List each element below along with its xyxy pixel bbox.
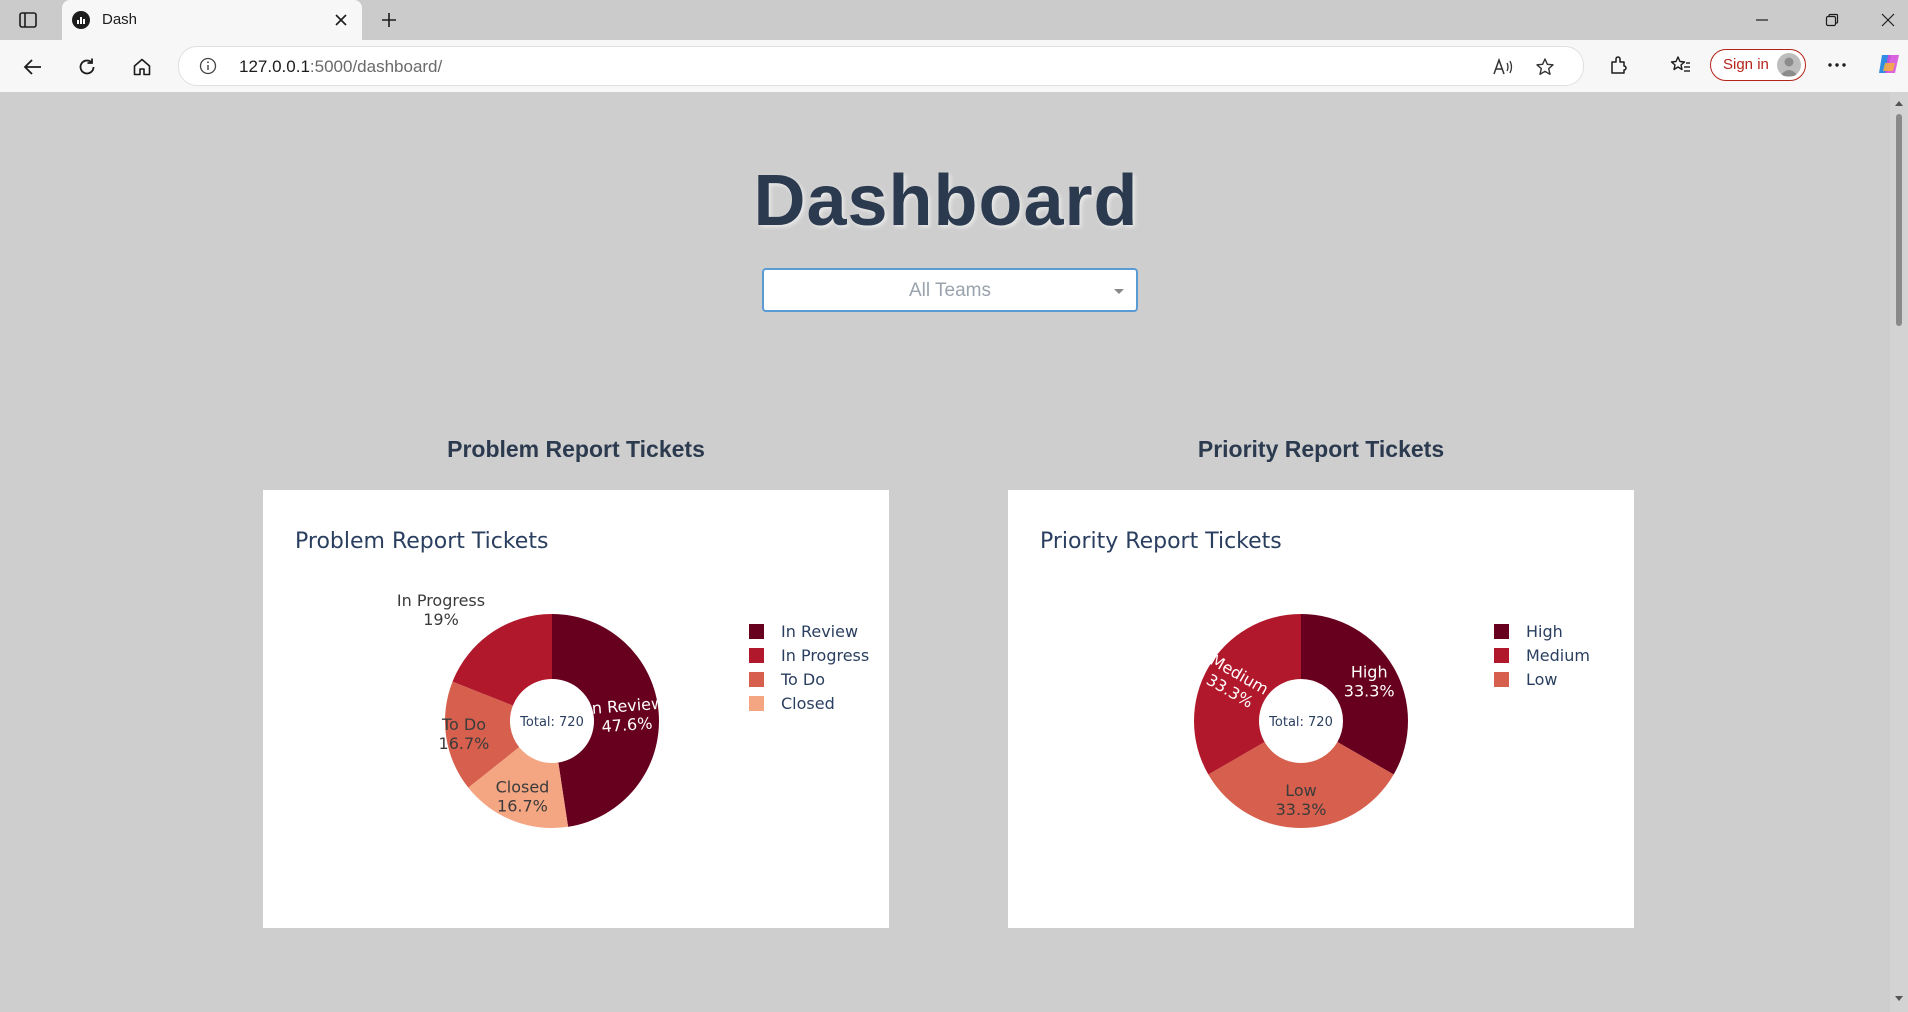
url-host: 127.0.0.1 [239, 57, 310, 76]
legend-swatch-closed[interactable] [749, 696, 764, 711]
section-heading-problem: Problem Report Tickets [447, 436, 705, 462]
page-viewport: Dashboard All Teams Problem Report Ticke… [2, 92, 1890, 1012]
chevron-down-icon[interactable] [1112, 284, 1126, 298]
page-scrollbar[interactable] [1890, 92, 1908, 1012]
legend-swatch-to-do[interactable] [749, 672, 764, 687]
priority-report-chart-svg: Priority Report TicketsHigh 33.3%Low 33.3%… [1040, 529, 1590, 828]
sign-in-button[interactable]: Sign in [1710, 49, 1806, 81]
favorites-icon[interactable] [1666, 50, 1696, 80]
read-aloud-icon[interactable] [1491, 55, 1515, 79]
home-icon[interactable] [127, 52, 157, 82]
scroll-down-icon[interactable] [1894, 994, 1904, 1004]
browser-tab-bar: Dash [0, 0, 1908, 40]
sign-in-label: Sign in [1723, 56, 1769, 73]
chart-title: Priority Report Tickets [1040, 529, 1282, 554]
legend-swatch-in-progress[interactable] [749, 648, 764, 663]
plus-icon[interactable] [376, 7, 402, 33]
tab-title: Dash [102, 11, 138, 28]
team-dropdown[interactable]: All Teams [762, 268, 1138, 312]
close-icon[interactable] [330, 9, 352, 31]
legend-item-high[interactable]: High [1526, 622, 1563, 641]
legend-item-in-review[interactable]: In Review [781, 622, 858, 641]
legend-swatch-low[interactable] [1494, 672, 1509, 687]
restore-icon[interactable] [1812, 5, 1852, 35]
dash-favicon [72, 11, 90, 29]
legend-swatch-in-review[interactable] [749, 624, 764, 639]
slice-label-in-progress: In Progress 19% [397, 591, 485, 629]
minimize-icon[interactable] [1742, 5, 1782, 35]
slice-percent-in-review: 47.6% [601, 713, 653, 736]
browser-toolbar: 127.0.0.1:5000/dashboard/ Sign in [0, 40, 1908, 92]
chart-title: Problem Report Tickets [295, 529, 548, 554]
problem-report-chart: Problem Report Tickets In Review 47.6% Clos… [263, 490, 889, 928]
copilot-icon[interactable] [1874, 49, 1904, 79]
slice-label-to-do: To Do 16.7% [439, 715, 490, 753]
legend-swatch-medium[interactable] [1494, 648, 1509, 663]
favorite-star-icon[interactable] [1533, 55, 1557, 79]
slice-label-high: High 33.3% [1344, 663, 1395, 701]
info-icon[interactable] [199, 57, 217, 75]
slice-percent-closed: 16.7% [497, 796, 548, 815]
legend-item-medium[interactable]: Medium [1526, 646, 1590, 665]
url-path: :5000/dashboard/ [309, 57, 443, 76]
chart-center-total: Total: 720 [519, 715, 584, 730]
reload-icon[interactable] [72, 52, 102, 82]
slice-percent-to-do: 16.7% [439, 734, 490, 753]
more-icon[interactable] [1822, 50, 1852, 80]
legend-item-to-do[interactable]: To Do [780, 670, 825, 689]
slice-percent-in-progress: 19% [423, 610, 459, 629]
address-bar[interactable]: 127.0.0.1:5000/dashboard/ [178, 46, 1584, 86]
slice-percent-high: 33.3% [1344, 682, 1395, 701]
avatar-icon [1777, 53, 1801, 77]
scroll-up-icon[interactable] [1894, 98, 1904, 108]
sidebar-toggle-icon[interactable] [14, 8, 42, 32]
slice-label-closed: Closed 16.7% [496, 777, 550, 815]
window-close-icon[interactable] [1868, 5, 1908, 35]
legend-item-closed[interactable]: Closed [781, 694, 835, 713]
problem-report-chart-svg: Problem Report Tickets In Review 47.6% Clos… [295, 529, 869, 828]
browser-tab[interactable]: Dash [62, 0, 362, 40]
legend-swatch-high[interactable] [1494, 624, 1509, 639]
legend-item-low[interactable]: Low [1526, 670, 1558, 689]
legend-item-in-progress[interactable]: In Progress [781, 646, 869, 665]
back-arrow-icon[interactable] [18, 52, 48, 82]
section-heading-priority: Priority Report Tickets [1197, 436, 1445, 462]
team-dropdown-placeholder: All Teams [908, 280, 991, 301]
priority-report-chart: Priority Report Tickets High 33.3% Low 33.3%… [1008, 490, 1634, 928]
extensions-icon[interactable] [1604, 50, 1634, 80]
url-text[interactable]: 127.0.0.1:5000/dashboard/ [239, 57, 442, 77]
page-title: Dashboard [753, 161, 1139, 241]
chart-center-total: Total: 720 [1268, 715, 1333, 730]
slice-percent-low: 33.3% [1276, 800, 1327, 819]
scrollbar-thumb[interactable] [1896, 114, 1902, 326]
